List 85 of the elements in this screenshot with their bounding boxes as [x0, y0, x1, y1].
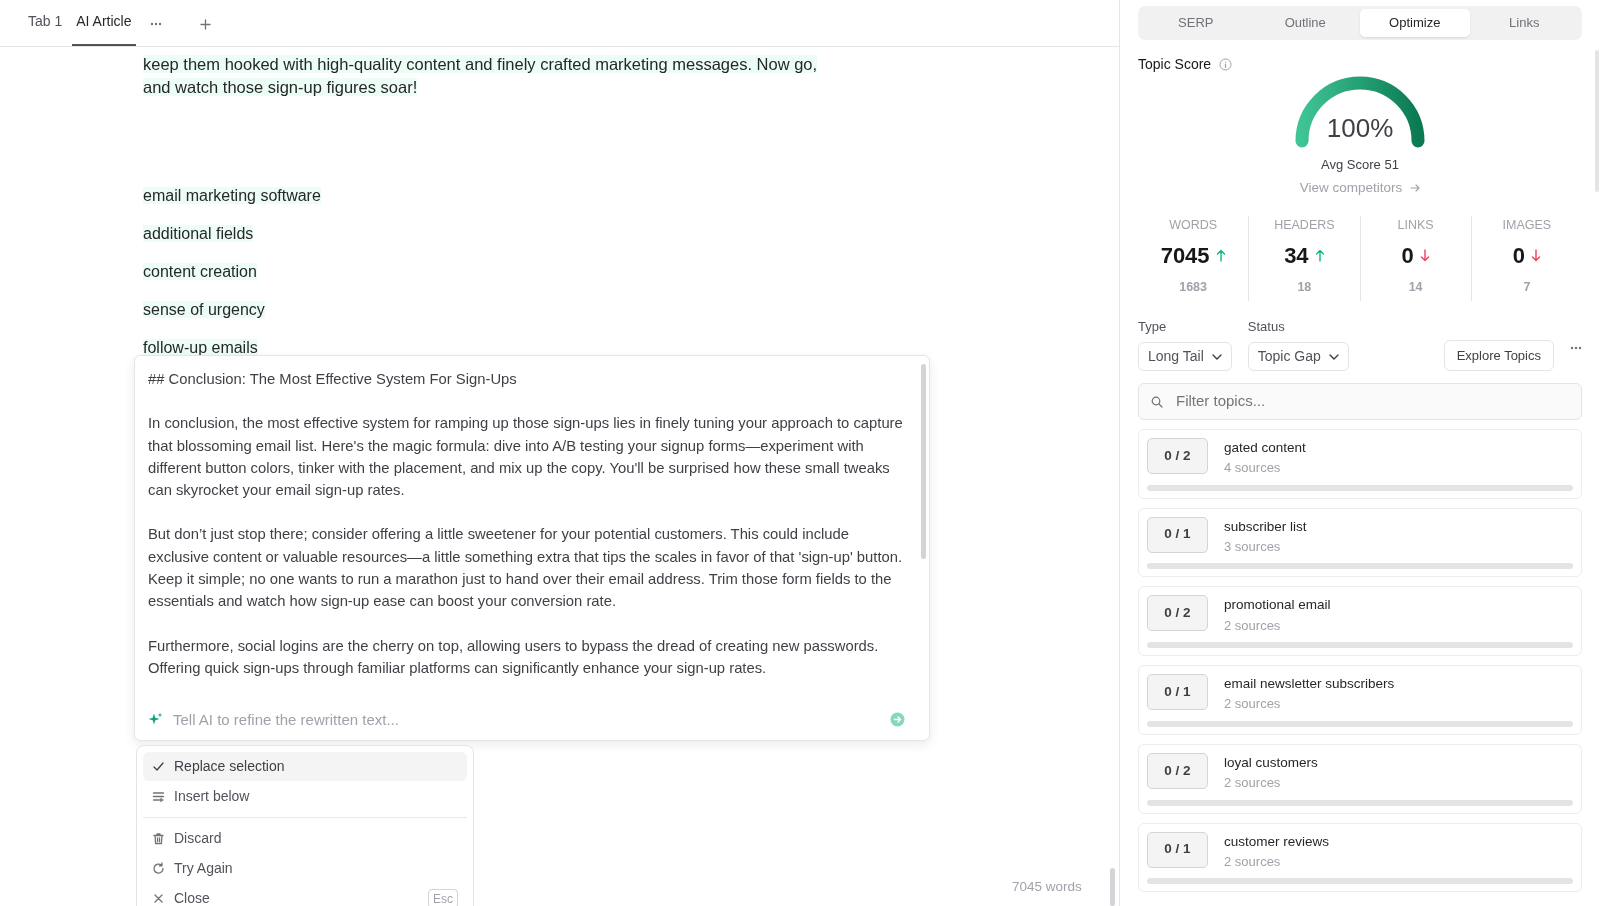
stat-value: 0: [1512, 242, 1525, 270]
stat-label: LINKS: [1397, 217, 1434, 235]
source-count: 2 sources: [1224, 774, 1282, 792]
topic-name: promotional email: [1224, 596, 1331, 615]
stat-target: 1683: [1179, 279, 1208, 296]
search-icon: [1151, 395, 1163, 408]
chevron-down-icon: [1328, 353, 1339, 360]
menu-item[interactable]: Try Again: [143, 854, 467, 883]
source-count: 2 sources: [1224, 616, 1282, 635]
topic-card[interactable]: 0 / 2 gated content 4 sources: [1138, 428, 1582, 499]
menu-item[interactable]: Discard: [143, 824, 467, 853]
topic-name: gated content: [1224, 438, 1306, 457]
filter-field[interactable]: Filter topics...: [1138, 383, 1582, 420]
topic-card[interactable]: 0 / 2 promotional email 2 sources: [1138, 586, 1582, 656]
arrow-right-icon: [1410, 183, 1421, 194]
stat-value: 34: [1284, 242, 1309, 270]
paragraph: keep them hooked with high-quality content and finely crafted marketing messages. Now go, and watch those sign-up figures soar!: [143, 54, 819, 98]
word-count: 7045 words: [1012, 878, 1082, 896]
tab[interactable]: AI Article: [72, 11, 136, 46]
info-icon: [1219, 57, 1233, 71]
topic-card[interactable]: 0 / 1 subscriber list 3 sources: [1138, 507, 1582, 578]
more-icon: [149, 22, 162, 27]
tab[interactable]: Tab 1: [24, 11, 67, 46]
source-count: 4 sources: [1224, 459, 1282, 477]
keyword-text: additional fields: [143, 225, 254, 242]
stat-target: 18: [1297, 279, 1312, 296]
stat-label: HEADERS: [1274, 217, 1335, 235]
stat-label: WORDS: [1169, 217, 1218, 235]
average-score: Avg Score 51: [1321, 155, 1399, 174]
topic-count: 0 / 2: [1147, 595, 1208, 632]
source-count: 2 sources: [1224, 852, 1282, 871]
panel-tab[interactable]: Outline: [1250, 9, 1360, 37]
check-icon: [152, 760, 165, 773]
menu-item[interactable]: Replace selection: [143, 752, 467, 781]
chevron-down-icon: [1211, 353, 1222, 360]
source-count: 3 sources: [1224, 537, 1282, 556]
paragraph: In conclusion, the most effective system for ramping up those sign-ups lies in finely tuning your approach to capture that blossoming email list. Here's the magic formula: dive into A/B testing your signup forms—experiment with different button colors, tinker with the placement, and mix up the copy. You'll be surprised how these small tweaks can skyrocket your email sign-up rates.: [148, 414, 904, 501]
topic-count: 0 / 1: [1147, 516, 1208, 553]
keyword-text: email marketing software: [143, 187, 321, 204]
close-icon: [152, 892, 165, 905]
menu-item[interactable]: Insert below: [143, 782, 467, 811]
source-count: 2 sources: [1224, 695, 1282, 714]
stat-target: 14: [1408, 279, 1423, 296]
paragraph: Furthermore, social logins are the cherry on top, allowing users to bypass the dread of creating new passwords. Offering quick sign-ups through familiar platforms can significantly enhance your sign-up rates.: [148, 636, 880, 678]
keyword-text: sense of urgency: [143, 301, 265, 318]
trash-icon: [152, 832, 165, 845]
send-icon: [890, 712, 905, 728]
topic-count: 0 / 2: [1147, 752, 1208, 789]
refresh-icon: [152, 862, 165, 875]
stat-label: IMAGES: [1502, 217, 1552, 235]
scrollbar[interactable]: [921, 364, 926, 559]
plus-icon: [199, 18, 211, 30]
panel-tab[interactable]: SERP: [1141, 9, 1251, 37]
topic-card[interactable]: 0 / 1 email newsletter subscribers 2 sources: [1138, 665, 1582, 735]
menu-item[interactable]: Close Esc: [143, 884, 467, 906]
filter-dropdown[interactable]: Long Tail: [1138, 342, 1232, 372]
filter-input[interactable]: Filter topics...: [1174, 389, 1569, 414]
panel-tab[interactable]: Optimize: [1360, 9, 1470, 37]
score-value: 100%: [1326, 114, 1394, 141]
topic-count: 0 / 1: [1147, 831, 1208, 868]
topic-name: loyal customers: [1224, 753, 1318, 772]
stat-value: 0: [1401, 242, 1414, 270]
send-button[interactable]: [890, 712, 905, 728]
topic-card[interactable]: 0 / 1 customer reviews 2 sources: [1138, 822, 1582, 893]
keyword-text: content creation: [143, 263, 257, 280]
topic-name: customer reviews: [1224, 832, 1330, 851]
insert-below-icon: [152, 790, 165, 803]
more-icon: [1570, 346, 1582, 350]
topic-count: 0 / 1: [1147, 674, 1208, 710]
topic-name: email newsletter subscribers: [1224, 675, 1395, 693]
filter-dropdown[interactable]: Topic Gap: [1247, 342, 1349, 372]
filter-label: Type: [1138, 317, 1168, 336]
heading-text: ## Conclusion: The Most Effective System For Sign-Ups: [148, 370, 518, 389]
topic-card[interactable]: 0 / 2 loyal customers 2 sources: [1138, 743, 1582, 814]
shortcut-key: Esc: [428, 888, 458, 906]
panel-tab[interactable]: Links: [1469, 9, 1579, 37]
stat-target: 7: [1523, 279, 1531, 296]
filter-label: Status: [1247, 317, 1286, 336]
section-title: Topic Score: [1138, 54, 1212, 74]
topic-name: subscriber list: [1224, 517, 1307, 536]
explore-topics-button[interactable]: Explore Topics: [1443, 339, 1554, 372]
scrollbar[interactable]: [1110, 868, 1115, 906]
stat-value: 7045: [1160, 242, 1210, 270]
paragraph: But don’t just stop there; consider offering a little sweetener for your potential customers. This could include exclusive content or valuable resources—a little something extra that tips the scales in favor of that 'sign-up' button. Keep it simple; no one wants to run a marathon just to hand over their email address. Trim those form fields to the essentials and watch how sign-up ease can boost your conversion rate.: [148, 525, 904, 612]
topic-count: 0 / 2: [1147, 437, 1208, 474]
